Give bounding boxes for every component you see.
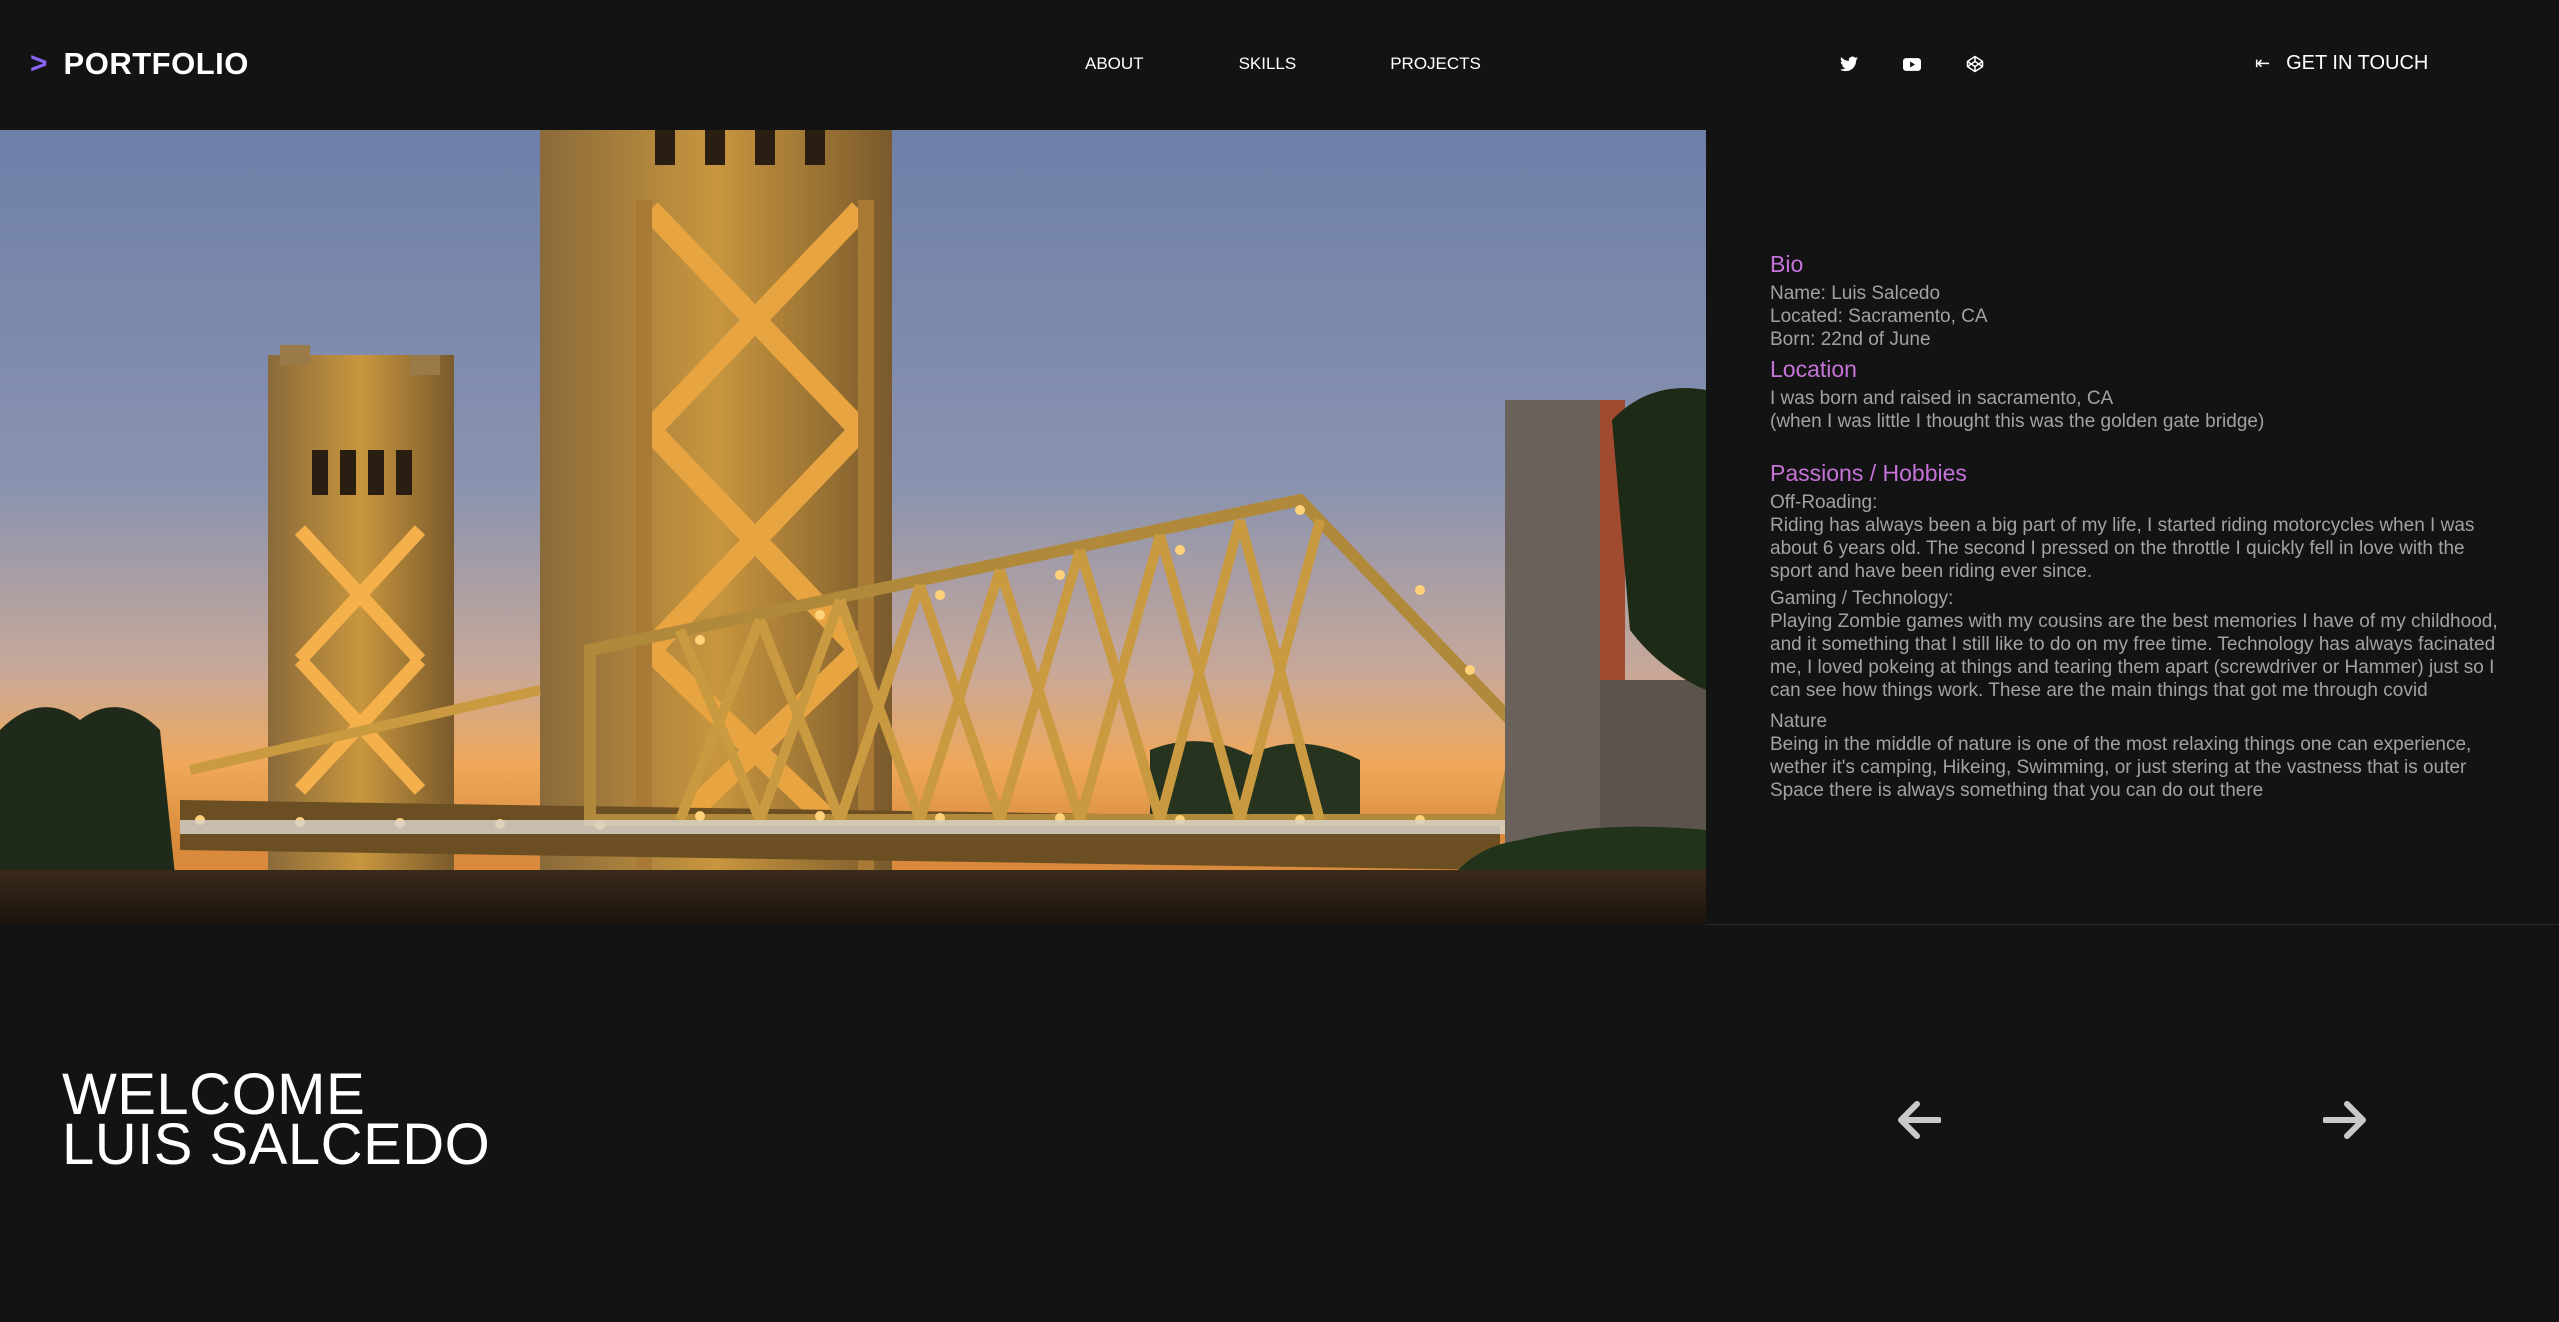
bio-name: Name: Luis Salcedo [1770,283,1941,304]
bio-heading: Bio [1770,251,1804,277]
get-in-touch-label: GET IN TOUCH [2286,52,2429,74]
arrow-right-icon [2323,1101,2366,1139]
gaming-title: Gaming / Technology: [1770,588,1954,609]
offroading-text: Riding has always been a big part of my … [1770,515,2475,582]
nav-skills[interactable]: SKILLS [1239,52,1297,76]
nature-text: Being in the middle of nature is one of … [1770,734,2472,801]
bio-panel: Bio Name: Luis Salcedo Located: Sacramen… [1770,250,2510,802]
nature-title: Nature [1770,711,1828,732]
brand-arrow: > [30,47,48,80]
youtube-icon[interactable] [1900,52,1924,76]
gaming-text: Playing Zombie games with my cousins are… [1770,611,2498,701]
twitter-icon[interactable] [1837,52,1861,76]
login-arrow-icon: ⇤ [2255,53,2271,73]
codepen-icon[interactable] [1963,52,1987,76]
welcome-heading: WELCOME LUIS SALCEDO [62,1066,491,1177]
site-header: > PORTFOLIO ABOUT SKILLS PROJECTS ⇤ GET … [0,0,2559,130]
brand-name: PORTFOLIO [63,46,249,81]
section-divider [1706,924,2559,925]
previous-slide-button[interactable] [1893,1095,1943,1145]
location-line-2: (when I was little I thought this was th… [1770,411,2265,432]
social-links [1837,52,1987,76]
get-in-touch-button[interactable]: ⇤ GET IN TOUCH [2255,48,2428,78]
next-slide-button[interactable] [2321,1095,2371,1145]
nav-about[interactable]: ABOUT [1085,52,1144,76]
bio-located: Located: Sacramento, CA [1770,306,1988,327]
arrow-left-icon [1898,1101,1941,1139]
offroading-title: Off-Roading: [1770,492,1878,513]
location-line-1: I was born and raised in sacramento, CA [1770,388,2114,409]
bio-born: Born: 22nd of June [1770,329,1931,350]
main-nav: ABOUT SKILLS PROJECTS [1085,52,1481,76]
welcome-line-2: LUIS SALCEDO [62,1112,491,1177]
brand-logo[interactable]: > PORTFOLIO [30,44,249,84]
tower-bridge-image [0,130,1706,923]
location-heading: Location [1770,356,1857,382]
passions-heading: Passions / Hobbies [1770,460,1967,486]
nav-projects[interactable]: PROJECTS [1390,52,1481,76]
